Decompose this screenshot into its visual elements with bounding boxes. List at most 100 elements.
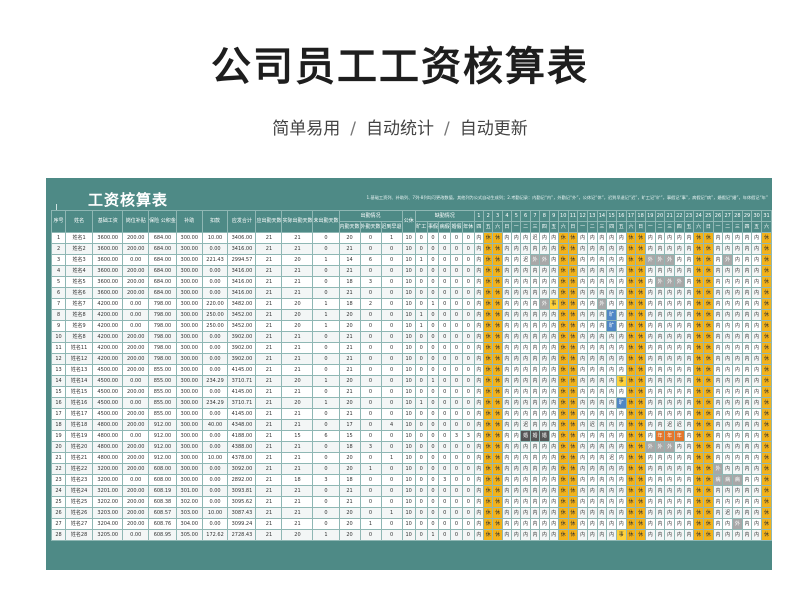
cell-out: 0 [359, 364, 382, 376]
cell-actual: 21 [281, 441, 314, 453]
cell-out: 0 [359, 430, 382, 442]
attendance-cell: 内 [577, 419, 588, 431]
attendance-cell: 休 [635, 298, 646, 310]
attendance-cell: 休 [625, 331, 637, 343]
attendance-cell: 内 [644, 353, 656, 365]
attendance-cell: 内 [741, 309, 753, 321]
cell-should: 21 [255, 474, 283, 486]
attendance-cell: 内 [644, 485, 656, 497]
attendance-cell: 休 [557, 232, 569, 244]
attendance-cell: 内 [596, 342, 608, 354]
cell-in: 21 [338, 287, 361, 299]
attendance-cell: 休 [557, 320, 569, 332]
weekday-label: 六 [557, 221, 569, 233]
attendance-cell: 休 [761, 452, 772, 464]
cell-deduct: 0.00 [201, 430, 229, 442]
table-row: 3 姓名3 3600.00 0.00 684.00 300.00 221.43 2994.57… [50, 254, 772, 266]
cell-post: 200.00 [122, 265, 149, 277]
table-row: 26 姓名26 3203.00 200.00 608.57 303.00 10.00 3087… [50, 507, 772, 519]
cell-out: 2 [359, 298, 382, 310]
attendance-cell: 休 [483, 474, 494, 486]
attendance-cell: 内 [539, 342, 550, 354]
attendance-cell: 内 [511, 386, 522, 398]
cell-personal: 0 [426, 364, 440, 376]
cell-subsidy: 304.00 [175, 518, 203, 530]
attendance-cell: 内 [673, 287, 685, 299]
attendance-cell: 休 [625, 254, 637, 266]
cell-in: 21 [338, 243, 361, 255]
cell-annual: 0 [461, 254, 475, 266]
attendance-cell: 内 [586, 397, 598, 409]
cell-should: 21 [255, 430, 283, 442]
cell-marriage: 0 [450, 441, 463, 453]
attendance-cell: 内 [712, 320, 724, 332]
cell-absent-days: 0 [312, 232, 340, 244]
attendance-cell: 休 [761, 397, 772, 409]
attendance-cell: 休 [625, 474, 637, 486]
cell-in: 21 [338, 386, 361, 398]
attendance-cell: 内 [606, 419, 617, 431]
attendance-cell: 休 [703, 419, 714, 431]
cell-marriage: 0 [450, 507, 463, 519]
attendance-cell: 内 [520, 529, 531, 541]
cell-marriage: 0 [450, 353, 463, 365]
attendance-cell: 外 [654, 441, 666, 453]
attendance-cell: 内 [673, 507, 685, 519]
cell-fund: 798.00 [148, 342, 177, 354]
attendance-cell: 内 [577, 331, 588, 343]
cell-in: 21 [338, 408, 361, 420]
cell-sick: 0 [438, 364, 452, 376]
cell-absent: 0 [414, 507, 428, 519]
attendance-cell: 迟 [606, 452, 617, 464]
attendance-cell: 内 [606, 518, 617, 530]
cell-should: 21 [255, 309, 283, 321]
cell-sick: 0 [438, 276, 452, 288]
cell-absent-days: 3 [312, 474, 340, 486]
cell-out: 0 [359, 320, 382, 332]
attendance-cell: 内 [751, 408, 762, 420]
attendance-cell: 休 [635, 518, 646, 530]
cell-absent-days: 0 [312, 507, 340, 519]
cell-post: 0.00 [122, 529, 149, 541]
attendance-cell: 内 [596, 474, 608, 486]
attendance-cell: 内 [722, 386, 733, 398]
payroll-table: 序号 姓名 基础工资 岗位补贴 保险 公积金 补助 扣款 应发合计 应出勤天数 … [50, 210, 772, 541]
attendance-cell: 内 [511, 265, 522, 277]
attendance-cell: 事 [615, 375, 627, 387]
attendance-cell: 休 [557, 331, 569, 343]
attendance-cell: 内 [511, 254, 522, 266]
attendance-cell: 休 [693, 375, 704, 387]
attendance-cell: 内 [596, 485, 608, 497]
day-number: 17 [625, 210, 637, 222]
attendance-cell: 内 [511, 518, 522, 530]
table-row: 2 姓名2 3600.00 200.00 684.00 300.00 0.00 3416.00… [50, 243, 772, 255]
attendance-cell: 内 [586, 342, 598, 354]
attendance-cell: 休 [761, 408, 772, 420]
attendance-cell: 内 [501, 265, 513, 277]
cell-base: 4800.00 [92, 452, 124, 464]
cell-out: 0 [359, 452, 382, 464]
cell-name: 姓名24 [65, 485, 94, 497]
attendance-cell: 休 [693, 276, 704, 288]
cell-in: 20 [338, 309, 361, 321]
attendance-cell: 内 [615, 276, 627, 288]
attendance-cell: 内 [606, 298, 617, 310]
attendance-cell: 内 [539, 309, 550, 321]
attendance-cell: 内 [732, 452, 743, 464]
attendance-cell: 休 [693, 507, 704, 519]
attendance-cell: 内 [654, 353, 666, 365]
attendance-cell: 休 [693, 408, 704, 420]
attendance-cell: 内 [586, 496, 598, 508]
cell-absent: 0 [414, 518, 428, 530]
cell-name: 姓名9 [65, 320, 94, 332]
attendance-cell: 内 [673, 375, 685, 387]
cell-out: 0 [359, 529, 382, 541]
attendance-cell: 休 [483, 496, 494, 508]
cell-absent: 0 [414, 364, 428, 376]
attendance-cell: 休 [625, 364, 637, 376]
attendance-cell: 内 [473, 529, 485, 541]
attendance-cell: 内 [529, 375, 541, 387]
cell-absent: 0 [414, 463, 428, 475]
col-late: 迟到早退 [380, 221, 403, 233]
attendance-cell: 内 [673, 408, 685, 420]
